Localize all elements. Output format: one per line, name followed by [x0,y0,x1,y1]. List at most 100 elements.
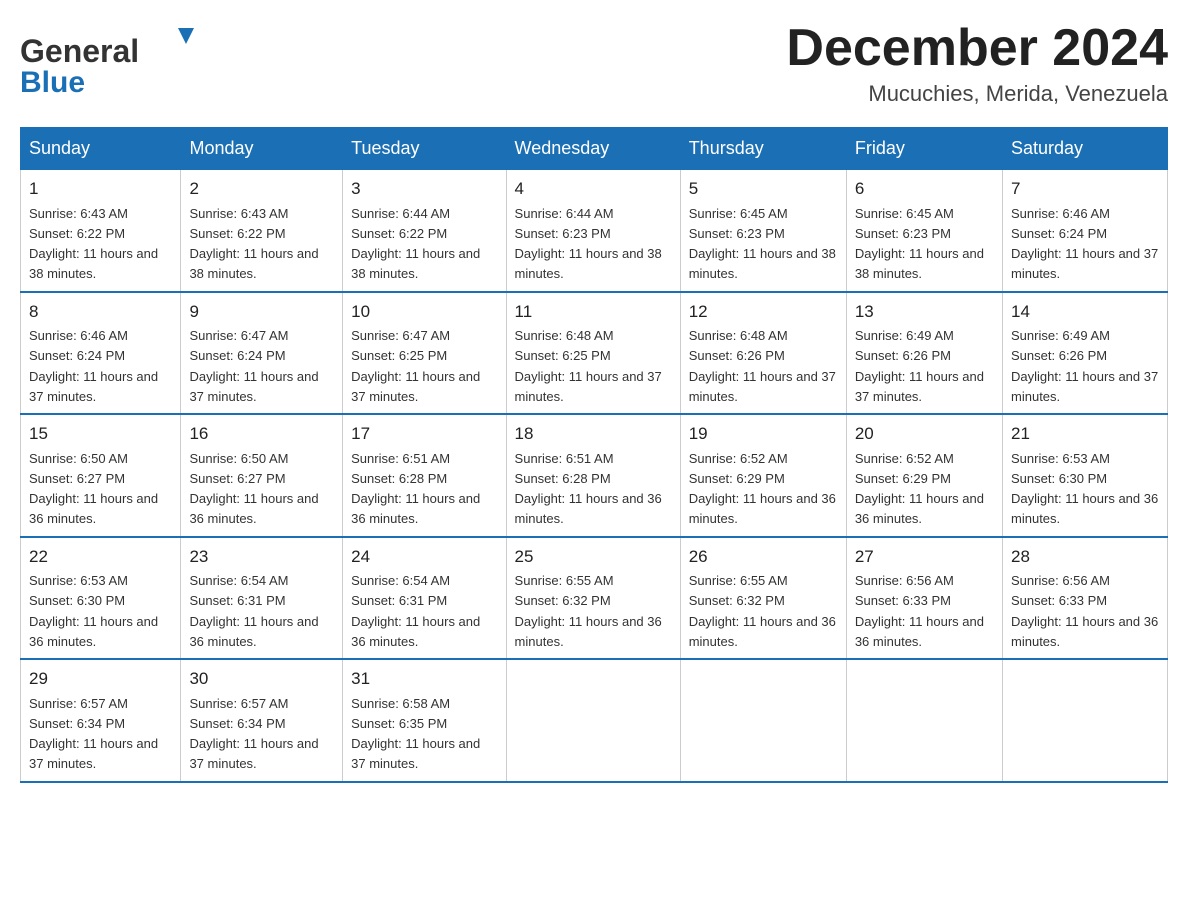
calendar-cell: 28 Sunrise: 6:56 AMSunset: 6:33 PMDayligh… [1003,537,1168,660]
day-number: 12 [689,299,838,325]
day-number: 22 [29,544,172,570]
day-number: 29 [29,666,172,692]
day-info: Sunrise: 6:43 AMSunset: 6:22 PMDaylight:… [29,206,158,282]
month-title: December 2024 [786,20,1168,77]
svg-text:General: General [20,33,139,69]
calendar-cell: 2 Sunrise: 6:43 AMSunset: 6:22 PMDaylight… [181,170,343,292]
calendar-cell: 24 Sunrise: 6:54 AMSunset: 6:31 PMDayligh… [343,537,506,660]
weekday-header-wednesday: Wednesday [506,128,680,170]
calendar-cell [1003,659,1168,782]
day-info: Sunrise: 6:56 AMSunset: 6:33 PMDaylight:… [855,573,984,649]
day-info: Sunrise: 6:46 AMSunset: 6:24 PMDaylight:… [1011,206,1158,282]
calendar-cell: 7 Sunrise: 6:46 AMSunset: 6:24 PMDaylight… [1003,170,1168,292]
calendar-cell: 31 Sunrise: 6:58 AMSunset: 6:35 PMDayligh… [343,659,506,782]
calendar-cell: 13 Sunrise: 6:49 AMSunset: 6:26 PMDayligh… [846,292,1002,415]
weekday-header-thursday: Thursday [680,128,846,170]
day-info: Sunrise: 6:43 AMSunset: 6:22 PMDaylight:… [189,206,318,282]
logo-svg: General Blue [20,20,210,98]
day-number: 7 [1011,176,1159,202]
day-number: 15 [29,421,172,447]
day-info: Sunrise: 6:45 AMSunset: 6:23 PMDaylight:… [689,206,836,282]
day-info: Sunrise: 6:53 AMSunset: 6:30 PMDaylight:… [1011,451,1158,527]
calendar-cell: 10 Sunrise: 6:47 AMSunset: 6:25 PMDayligh… [343,292,506,415]
day-info: Sunrise: 6:47 AMSunset: 6:24 PMDaylight:… [189,328,318,404]
day-number: 5 [689,176,838,202]
day-info: Sunrise: 6:49 AMSunset: 6:26 PMDaylight:… [1011,328,1158,404]
day-number: 3 [351,176,497,202]
day-number: 18 [515,421,672,447]
day-number: 17 [351,421,497,447]
calendar-cell [846,659,1002,782]
day-info: Sunrise: 6:54 AMSunset: 6:31 PMDaylight:… [351,573,480,649]
day-info: Sunrise: 6:47 AMSunset: 6:25 PMDaylight:… [351,328,480,404]
calendar-cell: 9 Sunrise: 6:47 AMSunset: 6:24 PMDaylight… [181,292,343,415]
day-info: Sunrise: 6:50 AMSunset: 6:27 PMDaylight:… [189,451,318,527]
weekday-header-row: SundayMondayTuesdayWednesdayThursdayFrid… [21,128,1168,170]
calendar-cell: 1 Sunrise: 6:43 AMSunset: 6:22 PMDaylight… [21,170,181,292]
page-header: General Blue December 2024 Mucuchies, Me… [20,20,1168,107]
calendar-cell: 3 Sunrise: 6:44 AMSunset: 6:22 PMDaylight… [343,170,506,292]
calendar-cell: 17 Sunrise: 6:51 AMSunset: 6:28 PMDayligh… [343,414,506,537]
day-info: Sunrise: 6:44 AMSunset: 6:23 PMDaylight:… [515,206,662,282]
day-info: Sunrise: 6:48 AMSunset: 6:25 PMDaylight:… [515,328,662,404]
title-block: December 2024 Mucuchies, Merida, Venezue… [786,20,1168,107]
day-info: Sunrise: 6:57 AMSunset: 6:34 PMDaylight:… [29,696,158,772]
day-info: Sunrise: 6:44 AMSunset: 6:22 PMDaylight:… [351,206,480,282]
day-info: Sunrise: 6:51 AMSunset: 6:28 PMDaylight:… [351,451,480,527]
day-number: 26 [689,544,838,570]
calendar-cell: 12 Sunrise: 6:48 AMSunset: 6:26 PMDayligh… [680,292,846,415]
logo: General Blue [20,20,210,98]
week-row-3: 15 Sunrise: 6:50 AMSunset: 6:27 PMDayligh… [21,414,1168,537]
day-number: 24 [351,544,497,570]
day-number: 10 [351,299,497,325]
day-number: 21 [1011,421,1159,447]
week-row-5: 29 Sunrise: 6:57 AMSunset: 6:34 PMDayligh… [21,659,1168,782]
calendar-cell: 18 Sunrise: 6:51 AMSunset: 6:28 PMDayligh… [506,414,680,537]
calendar-cell: 15Sunrise: 6:50 AMSunset: 6:27 PMDayligh… [21,414,181,537]
day-number: 20 [855,421,994,447]
day-info: Sunrise: 6:57 AMSunset: 6:34 PMDaylight:… [189,696,318,772]
weekday-header-saturday: Saturday [1003,128,1168,170]
day-number: 2 [189,176,334,202]
calendar-cell: 22 Sunrise: 6:53 AMSunset: 6:30 PMDayligh… [21,537,181,660]
calendar-cell: 27 Sunrise: 6:56 AMSunset: 6:33 PMDayligh… [846,537,1002,660]
calendar-cell: 6Sunrise: 6:45 AMSunset: 6:23 PMDaylight… [846,170,1002,292]
week-row-4: 22 Sunrise: 6:53 AMSunset: 6:30 PMDayligh… [21,537,1168,660]
calendar-cell: 4 Sunrise: 6:44 AMSunset: 6:23 PMDaylight… [506,170,680,292]
svg-text:Blue: Blue [20,66,85,98]
calendar-cell: 19Sunrise: 6:52 AMSunset: 6:29 PMDayligh… [680,414,846,537]
calendar-cell: 20Sunrise: 6:52 AMSunset: 6:29 PMDayligh… [846,414,1002,537]
calendar-cell: 11 Sunrise: 6:48 AMSunset: 6:25 PMDayligh… [506,292,680,415]
day-number: 27 [855,544,994,570]
weekday-header-tuesday: Tuesday [343,128,506,170]
day-number: 6 [855,176,994,202]
day-number: 13 [855,299,994,325]
weekday-header-friday: Friday [846,128,1002,170]
day-info: Sunrise: 6:58 AMSunset: 6:35 PMDaylight:… [351,696,480,772]
day-info: Sunrise: 6:48 AMSunset: 6:26 PMDaylight:… [689,328,836,404]
day-info: Sunrise: 6:53 AMSunset: 6:30 PMDaylight:… [29,573,158,649]
calendar-cell: 16Sunrise: 6:50 AMSunset: 6:27 PMDayligh… [181,414,343,537]
day-info: Sunrise: 6:49 AMSunset: 6:26 PMDaylight:… [855,328,984,404]
day-number: 28 [1011,544,1159,570]
calendar-cell: 8Sunrise: 6:46 AMSunset: 6:24 PMDaylight… [21,292,181,415]
calendar-cell: 29 Sunrise: 6:57 AMSunset: 6:34 PMDayligh… [21,659,181,782]
day-info: Sunrise: 6:51 AMSunset: 6:28 PMDaylight:… [515,451,662,527]
calendar-cell: 23Sunrise: 6:54 AMSunset: 6:31 PMDayligh… [181,537,343,660]
day-info: Sunrise: 6:52 AMSunset: 6:29 PMDaylight:… [689,451,836,527]
calendar-cell: 14 Sunrise: 6:49 AMSunset: 6:26 PMDayligh… [1003,292,1168,415]
day-info: Sunrise: 6:55 AMSunset: 6:32 PMDaylight:… [689,573,836,649]
day-number: 9 [189,299,334,325]
day-number: 1 [29,176,172,202]
day-number: 11 [515,299,672,325]
calendar-cell: 21 Sunrise: 6:53 AMSunset: 6:30 PMDayligh… [1003,414,1168,537]
calendar-cell: 25Sunrise: 6:55 AMSunset: 6:32 PMDayligh… [506,537,680,660]
day-number: 31 [351,666,497,692]
calendar-cell [680,659,846,782]
day-number: 4 [515,176,672,202]
day-info: Sunrise: 6:56 AMSunset: 6:33 PMDaylight:… [1011,573,1158,649]
day-number: 14 [1011,299,1159,325]
day-info: Sunrise: 6:54 AMSunset: 6:31 PMDaylight:… [189,573,318,649]
calendar-cell: 5 Sunrise: 6:45 AMSunset: 6:23 PMDaylight… [680,170,846,292]
calendar-table: SundayMondayTuesdayWednesdayThursdayFrid… [20,127,1168,783]
